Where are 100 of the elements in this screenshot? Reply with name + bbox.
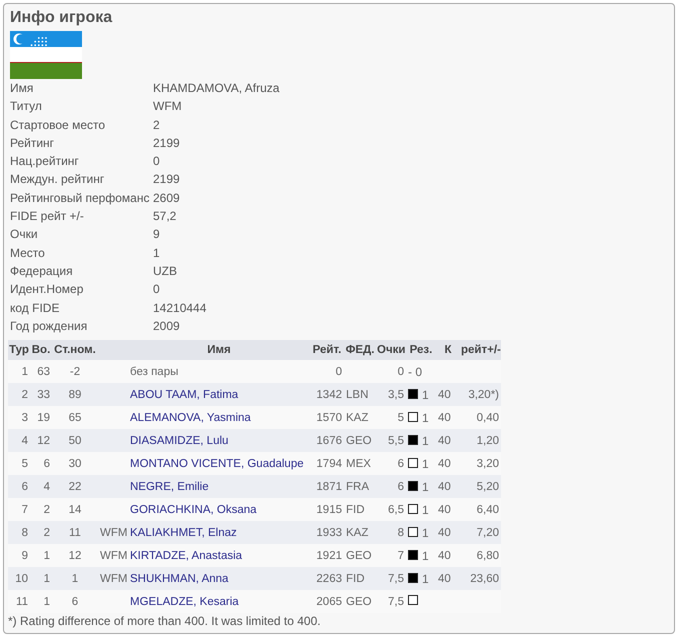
table-cell-text: 2 [42, 504, 51, 516]
table-cell-text: 7,20 [476, 526, 500, 539]
table-cell-text: 7,5 [387, 596, 405, 608]
table-cell-text: 7 [20, 504, 29, 516]
panel-title: Инфо игрока [10, 8, 114, 28]
player-link[interactable]: MONTANO VICENTE, Guadalupe [128, 458, 310, 470]
column-header: Тур [8, 344, 30, 356]
table-cell-text: 1794 [315, 458, 343, 470]
column-header: Рейт. [312, 344, 342, 356]
table-cell-text: LBN [345, 388, 370, 401]
table-cell-text: 6 [396, 458, 405, 470]
table-cell-text: 30 [68, 458, 82, 470]
table-cell-text: 5 [396, 412, 405, 424]
field-value: UZB [153, 262, 178, 280]
table-cell-text: 40 [437, 504, 452, 516]
table-cell-text: 6,5 [387, 504, 405, 516]
table-cell-text: 14 [68, 504, 82, 516]
player-link[interactable]: SHUKHMAN, Anna [128, 572, 310, 585]
column-header: рейт+/- [460, 344, 501, 356]
field-label: Идент.Номер [10, 281, 84, 298]
field-value: 14210444 [153, 300, 208, 317]
field-label: Нац.рейтинг [10, 153, 80, 170]
result-text: 1 [422, 526, 429, 540]
field-value: 2 [153, 116, 161, 134]
field-label: Междун. рейтинг [10, 171, 106, 188]
table-cell-text: GEO [345, 596, 373, 608]
table-cell-text: 5,20 [476, 480, 500, 493]
table-cell-text: 40 [437, 480, 452, 493]
field-label: Место [10, 244, 46, 262]
player-link[interactable]: ALEMANOVA, Yasmina [128, 412, 310, 424]
flag-icon [10, 31, 82, 79]
table-cell-text: 40 [437, 550, 452, 562]
player-link[interactable]: DIASAMIDZE, Lulu [128, 434, 310, 447]
table-cell-text: 1 [42, 550, 51, 562]
table-cell-text: 8 [20, 526, 29, 539]
result-text: 1 [422, 456, 429, 470]
table-cell-text: 1 [20, 366, 29, 378]
table-cell-text: 40 [437, 526, 452, 539]
table-cell-text: 1570 [315, 412, 343, 424]
table-cell-text: 3,20 [476, 458, 500, 470]
field-label: Очки [10, 226, 39, 244]
table-cell-text: 8 [396, 526, 405, 539]
table-cell-text: без пары [129, 366, 180, 378]
field-value: 1 [153, 244, 161, 262]
field-label: FIDE рейт +/- [10, 208, 85, 226]
table-cell-text: 1871 [315, 480, 343, 493]
table-cell-text: 6 [20, 480, 29, 493]
table-cell-text: 1933 [315, 526, 343, 539]
field-label: код FIDE [10, 300, 60, 317]
player-link[interactable]: ABOU TAAM, Fatima [128, 388, 310, 401]
field-value: 57,2 [153, 208, 178, 226]
table-cell-text: 3,20*) [467, 388, 500, 401]
table-cell-text: 6 [70, 596, 80, 608]
field-value: KHAMDAMOVA, Afruza [153, 80, 280, 97]
table-cell-text: 4 [20, 434, 29, 447]
result-text: - 0 [408, 364, 422, 378]
result-text: 1 [422, 410, 429, 424]
player-link[interactable]: KALIAKHMET, Elnaz [128, 526, 310, 539]
column-header: Рез. [408, 344, 434, 356]
table-cell-text: 89 [68, 388, 82, 401]
table-cell-text: 0 [334, 366, 343, 378]
table-cell-text: 1 [42, 596, 51, 608]
column-header: Ст.ном. [53, 344, 97, 356]
field-label: Титул [10, 98, 43, 116]
table-cell-text: 23,60 [469, 572, 500, 585]
column-header: ФЕД. [344, 344, 376, 356]
result-text: 1 [422, 502, 429, 516]
player-link[interactable]: MGELADZE, Kesaria [128, 596, 310, 608]
player-link[interactable]: GORIACHKINA, Oksana [128, 504, 310, 516]
table-cell-text: 1342 [315, 388, 343, 401]
result-text: 1 [422, 572, 429, 586]
table-cell-text: 63 [36, 366, 51, 378]
table-cell-text: 0,40 [476, 412, 500, 424]
field-value: 9 [153, 226, 161, 244]
table-cell-text: 2 [20, 388, 29, 401]
table-cell-text: 40 [437, 572, 452, 585]
table-cell-text: 2065 [315, 596, 343, 608]
player-link[interactable]: NEGRE, Emilie [128, 480, 310, 493]
column-header: Во. [30, 344, 52, 356]
table-cell-text: 22 [68, 480, 82, 493]
table-cell-text: 1915 [315, 504, 343, 516]
result-text: 1 [422, 548, 429, 562]
result-text: 1 [422, 388, 429, 402]
field-value: 0 [153, 153, 161, 170]
table-cell-text: -2 [68, 366, 82, 378]
field-value: WFM [153, 98, 183, 116]
table-cell-text: 1 [70, 572, 80, 585]
table-cell-text: 3,5 [387, 388, 405, 401]
table-cell-text: 11 [68, 526, 82, 539]
table-cell-text: 5 [20, 458, 29, 470]
table-cell-text: 50 [68, 434, 82, 447]
player-link[interactable]: KIRTADZE, Anastasia [128, 550, 310, 562]
table-cell-text: 2 [42, 526, 51, 539]
field-label: Рейтинг [10, 134, 56, 152]
field-label: Стартовое место [10, 116, 106, 134]
table-cell-text: 6 [42, 458, 51, 470]
table-cell-text: GEO [345, 550, 373, 562]
table-cell-text: FID [345, 504, 366, 516]
table-cell-text: 4 [42, 480, 51, 493]
table-cell-text: 7 [396, 550, 405, 562]
